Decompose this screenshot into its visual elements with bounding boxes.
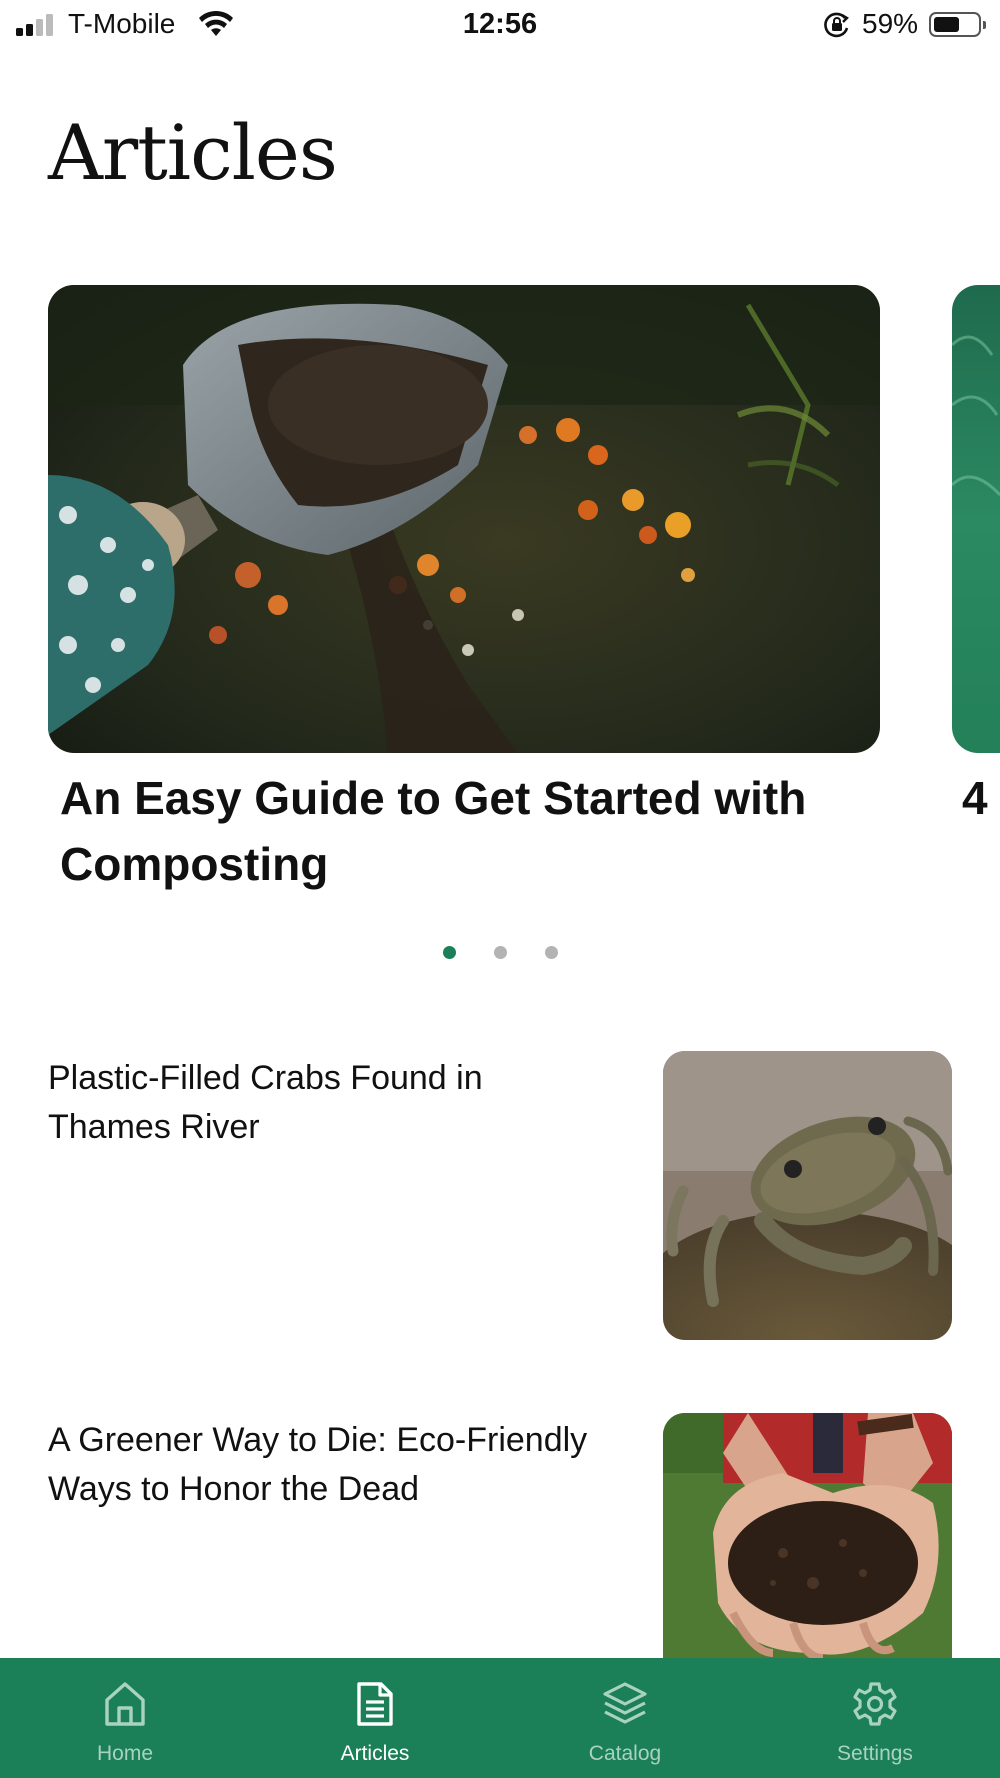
house-icon [105, 1682, 145, 1726]
tab-articles-label: Articles [340, 1742, 410, 1765]
document-icon [357, 1682, 393, 1726]
page-dot-3[interactable] [545, 946, 558, 959]
article-title[interactable]: Plastic-Filled Crabs Found in Thames Riv… [48, 1054, 608, 1152]
tab-catalog-label: Catalog [588, 1742, 662, 1765]
tab-articles[interactable]: Articles [250, 1658, 500, 1778]
featured-card[interactable]: An Easy Guide to Get Started with Compos… [48, 285, 880, 925]
next-card-title[interactable]: 4 th [962, 765, 1000, 831]
featured-card-title[interactable]: An Easy Guide to Get Started with Compos… [60, 765, 870, 897]
bottom-tab-bar: Home Articles Catalog Settings [0, 1658, 1000, 1778]
next-card[interactable]: 4 th [952, 285, 1000, 925]
article-thumbnail-soil [663, 1413, 952, 1658]
article-title[interactable]: A Greener Way to Die: Eco-Friendly Ways … [48, 1416, 628, 1514]
tab-home-label: Home [96, 1742, 154, 1765]
page-dot-2[interactable] [494, 946, 507, 959]
gear-icon [853, 1682, 897, 1726]
tab-settings-label: Settings [837, 1742, 913, 1765]
tab-home[interactable]: Home [0, 1658, 250, 1778]
list-item[interactable]: A Greener Way to Die: Eco-Friendly Ways … [0, 1413, 1000, 1658]
article-thumbnail-crab [663, 1051, 952, 1340]
page-title: Articles [48, 108, 338, 197]
page-dot-1[interactable] [443, 946, 456, 959]
orientation-lock-icon [824, 12, 849, 38]
next-card-image [952, 285, 1000, 753]
battery-icon [929, 12, 986, 37]
list-item[interactable]: Plastic-Filled Crabs Found in Thames Riv… [0, 1051, 1000, 1341]
battery-percent: 59% [862, 8, 919, 39]
layers-icon [603, 1682, 647, 1724]
featured-carousel[interactable]: An Easy Guide to Get Started with Compos… [0, 285, 1000, 925]
carousel-page-indicator[interactable] [0, 946, 1000, 962]
featured-card-image [48, 285, 880, 753]
tab-catalog[interactable]: Catalog [500, 1658, 750, 1778]
tab-settings[interactable]: Settings [750, 1658, 1000, 1778]
status-bar: T-Mobile 12:56 59% [0, 0, 1000, 52]
